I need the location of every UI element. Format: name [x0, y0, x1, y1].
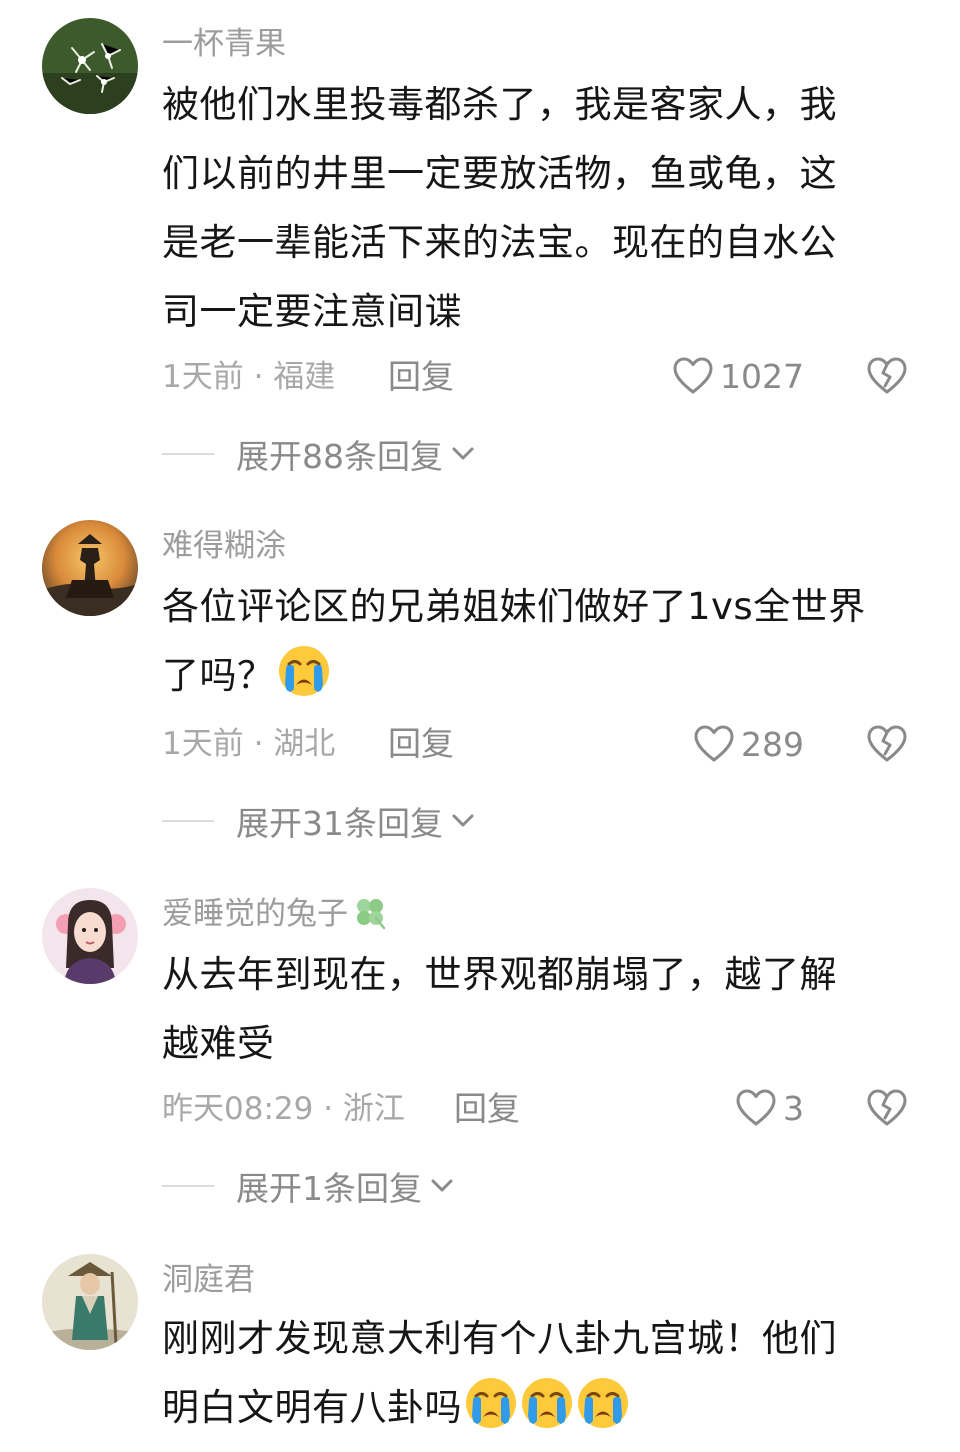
- comment-text: 被他们水里投毒都杀了，我是客家人，我 们以前的井里一定要放活物，鱼或龟，这 是老…: [162, 70, 902, 346]
- comment-line: 被他们水里投毒都杀了，我是客家人，我: [162, 83, 837, 126]
- crying-emoji-icon: [277, 644, 331, 698]
- expand-replies-button[interactable]: 展开88条回复: [162, 432, 477, 476]
- flower-avatar-icon: [42, 18, 138, 114]
- broken-heart-icon[interactable]: [866, 1088, 908, 1128]
- chevron-down-icon: [449, 440, 477, 468]
- like-button[interactable]: 289: [693, 722, 804, 766]
- broken-heart-icon[interactable]: [866, 356, 908, 396]
- reply-button[interactable]: 回复: [388, 357, 454, 397]
- comment-meta: 1天前 · 福建: [162, 359, 336, 395]
- expand-replies-button[interactable]: 展开31条回复: [162, 799, 477, 843]
- reply-button[interactable]: 回复: [388, 724, 454, 764]
- comment-line: 各位评论区的兄弟姐妹们做好了1vs全世界: [162, 585, 866, 628]
- crying-emoji-icon: [520, 1376, 574, 1430]
- comment-text: 从去年到现在，世界观都崩塌了，越了解 越难受: [162, 940, 902, 1078]
- comment-text: 刚刚才发现意大利有个八卦九宫城！他们 明白文明有八卦吗: [162, 1304, 902, 1442]
- like-button[interactable]: 1027: [672, 354, 804, 398]
- comment-line: 了吗？: [162, 654, 275, 697]
- warrior-avatar-icon: [42, 520, 138, 616]
- swordsman-avatar-icon: [42, 1254, 138, 1350]
- comment-line: 司一定要注意间谍: [162, 290, 462, 333]
- username[interactable]: 爱睡觉的兔子: [162, 894, 388, 934]
- chevron-down-icon: [449, 807, 477, 835]
- user-avatar[interactable]: [42, 888, 138, 984]
- comment-line: 明白文明有八卦吗: [162, 1386, 462, 1429]
- comment-line: 越难受: [162, 1022, 275, 1065]
- girl-avatar-icon: [42, 888, 138, 984]
- username[interactable]: 洞庭君: [162, 1260, 255, 1300]
- expand-replies-label: 展开31条回复: [236, 804, 443, 843]
- comment-line: 是老一辈能活下来的法宝。现在的自水公: [162, 221, 837, 264]
- heart-icon: [735, 1088, 777, 1128]
- user-avatar[interactable]: [42, 1254, 138, 1350]
- comment-line: 们以前的井里一定要放活物，鱼或龟，这: [162, 152, 837, 195]
- comment-meta: 1天前 · 湖北: [162, 726, 336, 762]
- broken-heart-icon[interactable]: [866, 724, 908, 764]
- like-count: 1027: [720, 356, 804, 396]
- chevron-down-icon: [428, 1172, 456, 1200]
- crying-emoji-icon: [576, 1376, 630, 1430]
- expand-replies-label: 展开88条回复: [236, 437, 443, 476]
- comment-line-with-emoji: 了吗？: [162, 641, 902, 710]
- divider-line: [162, 453, 214, 455]
- divider-line: [162, 820, 214, 822]
- like-count: 289: [741, 724, 804, 764]
- user-avatar[interactable]: [42, 18, 138, 114]
- comment-line-with-emoji: 明白文明有八卦吗: [162, 1373, 902, 1442]
- reply-button[interactable]: 回复: [454, 1089, 520, 1129]
- like-button[interactable]: 3: [735, 1086, 804, 1130]
- divider-line: [162, 1185, 214, 1187]
- comment-text: 各位评论区的兄弟姐妹们做好了1vs全世界 了吗？: [162, 572, 902, 710]
- like-count: 3: [783, 1088, 804, 1128]
- heart-icon: [693, 724, 735, 764]
- crying-emoji-icon: [464, 1376, 518, 1430]
- expand-replies-label: 展开1条回复: [236, 1169, 422, 1208]
- username-text: 爱睡觉的兔子: [162, 896, 348, 932]
- expand-replies-button[interactable]: 展开1条回复: [162, 1164, 456, 1208]
- heart-icon: [672, 356, 714, 396]
- username[interactable]: 一杯青果: [162, 24, 286, 64]
- comment-meta: 昨天08:29 · 浙江: [162, 1091, 405, 1127]
- comment-line: 刚刚才发现意大利有个八卦九宫城！他们: [162, 1317, 837, 1360]
- user-avatar[interactable]: [42, 520, 138, 616]
- username[interactable]: 难得糊涂: [162, 526, 286, 566]
- clover-icon: [357, 899, 386, 930]
- comment-line: 从去年到现在，世界观都崩塌了，越了解: [162, 953, 837, 996]
